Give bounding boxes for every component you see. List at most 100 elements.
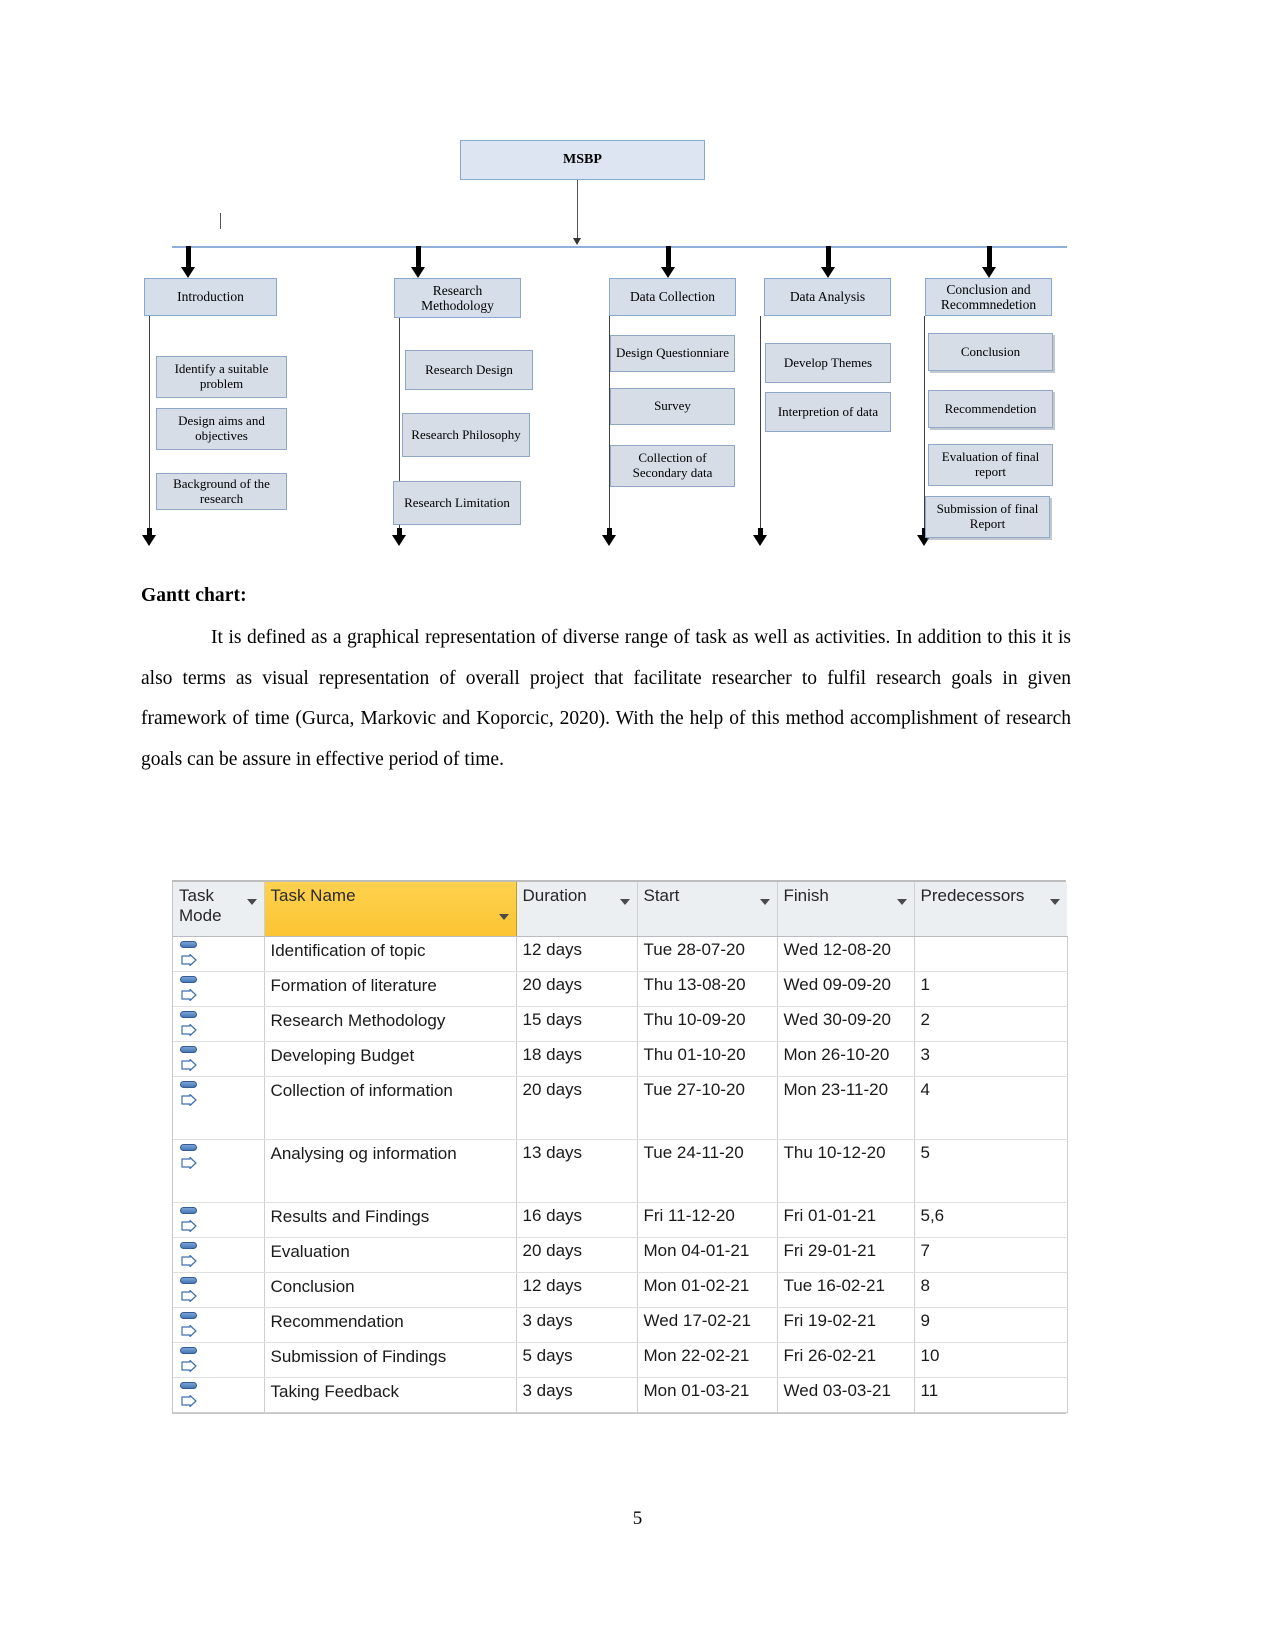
task-name-cell[interactable]: Identification of topic [264,936,517,972]
task-mode-cell[interactable] [173,1202,265,1238]
duration-cell[interactable]: 20 days [516,1237,638,1273]
task-name-cell[interactable]: Collection of information [264,1076,517,1140]
task-mode-cell[interactable] [173,1139,265,1203]
table-row[interactable]: Formation of literature 20 days Thu 13-08-… [173,971,1068,1007]
task-mode-cell[interactable] [173,1041,265,1077]
filter-dropdown-caret-icon[interactable] [896,899,907,905]
duration-cell[interactable]: 20 days [516,1076,638,1140]
table-row[interactable]: Conclusion 12 days Mon 01-02-21 Tue 16-02-2… [173,1272,1068,1308]
task-name-cell[interactable]: Taking Feedback [264,1377,517,1413]
duration-cell[interactable]: 20 days [516,971,638,1007]
filter-dropdown-caret-icon[interactable] [1050,899,1060,905]
task-mode-cell[interactable] [173,1342,265,1378]
column-header-finish[interactable]: Finish [777,882,915,937]
table-row[interactable]: Recommendation 3 days Wed 17-02-21 Fri 19-0… [173,1307,1068,1343]
task-mode-cell[interactable] [173,1272,265,1308]
table-row[interactable]: Collection of information 20 days Tue 27-1… [173,1076,1068,1140]
task-mode-cell[interactable] [173,1307,265,1343]
start-date-cell[interactable]: Mon 01-03-21 [637,1377,778,1413]
predecessors-cell[interactable] [914,936,1068,972]
task-name-cell[interactable]: Research Methodology [264,1006,517,1042]
task-mode-cell[interactable] [173,1377,265,1413]
table-row[interactable]: Identification of topic 12 days Tue 28-07-… [173,936,1068,972]
predecessors-cell[interactable]: 2 [914,1006,1068,1042]
start-date-cell[interactable]: Mon 22-02-21 [637,1342,778,1378]
finish-date-cell[interactable]: Fri 01-01-21 [777,1202,915,1238]
gantt-task-table[interactable]: Task Mode Task Name Duration Start Finis… [172,880,1068,1414]
task-name-cell[interactable]: Conclusion [264,1272,517,1308]
task-mode-cell[interactable] [173,971,265,1007]
finish-date-cell[interactable]: Fri 29-01-21 [777,1237,915,1273]
start-date-cell[interactable]: Thu 01-10-20 [637,1041,778,1077]
task-name-cell[interactable]: Results and Findings [264,1202,517,1238]
predecessors-cell[interactable]: 9 [914,1307,1068,1343]
task-mode-cell[interactable] [173,1237,265,1273]
table-row[interactable]: Research Methodology 15 days Thu 10-09-20 W… [173,1006,1068,1042]
predecessors-cell[interactable]: 11 [914,1377,1068,1413]
finish-date-cell[interactable]: Fri 19-02-21 [777,1307,915,1343]
duration-cell[interactable]: 16 days [516,1202,638,1238]
predecessors-cell[interactable]: 5,6 [914,1202,1068,1238]
filter-dropdown-caret-icon[interactable] [498,914,509,920]
column-header-task-name[interactable]: Task Name [263,882,517,937]
predecessors-cell[interactable]: 7 [914,1237,1068,1273]
filter-dropdown-caret-icon[interactable] [246,899,257,905]
start-date-cell[interactable]: Mon 01-02-21 [637,1272,778,1308]
finish-date-cell[interactable]: Tue 16-02-21 [777,1272,915,1308]
filter-dropdown-caret-icon[interactable] [619,899,630,905]
start-date-cell[interactable]: Mon 04-01-21 [637,1237,778,1273]
duration-cell[interactable]: 12 days [516,936,638,972]
branch-1-child-1-label: Identify a suitable problem [174,361,269,391]
start-date-cell[interactable]: Wed 17-02-21 [637,1307,778,1343]
task-name-cell[interactable]: Formation of literature [264,971,517,1007]
task-name-cell[interactable]: Analysing og information [264,1139,517,1203]
task-name-cell[interactable]: Submission of Findings [264,1342,517,1378]
predecessors-cell[interactable]: 8 [914,1272,1068,1308]
finish-date-cell[interactable]: Wed 30-09-20 [777,1006,915,1042]
finish-date-cell[interactable]: Mon 26-10-20 [777,1041,915,1077]
filter-dropdown-caret-icon[interactable] [759,899,770,905]
duration-cell[interactable]: 18 days [516,1041,638,1077]
column-header-predecessors[interactable]: Predecessors [914,882,1067,937]
table-row[interactable]: Submission of Findings 5 days Mon 22-02-21… [173,1342,1068,1378]
task-mode-cell[interactable] [173,1006,265,1042]
task-name-cell[interactable]: Recommendation [264,1307,517,1343]
predecessors-cell[interactable]: 3 [914,1041,1068,1077]
duration-cell[interactable]: 5 days [516,1342,638,1378]
finish-date-cell[interactable]: Thu 10-12-20 [777,1139,915,1203]
predecessors-cell[interactable]: 1 [914,971,1068,1007]
finish-date-cell[interactable]: Wed 03-03-21 [777,1377,915,1413]
column-header-start[interactable]: Start [637,882,778,937]
table-row[interactable]: Taking Feedback 3 days Mon 01-03-21 Wed 03-… [173,1377,1068,1413]
table-row[interactable]: Developing Budget 18 days Thu 01-10-20 Mon … [173,1041,1068,1077]
finish-date-cell[interactable]: Fri 26-02-21 [777,1342,915,1378]
root-connector-line [577,180,578,240]
finish-date-cell[interactable]: Mon 23-11-20 [777,1076,915,1140]
table-row[interactable]: Analysing og information 13 days Tue 24-11… [173,1139,1068,1203]
start-date-cell[interactable]: Thu 10-09-20 [637,1006,778,1042]
start-date-cell[interactable]: Tue 24-11-20 [637,1139,778,1203]
duration-cell[interactable]: 13 days [516,1139,638,1203]
predecessors-cell[interactable]: 5 [914,1139,1068,1203]
table-row[interactable]: Results and Findings 16 days Fri 11-12-20 F… [173,1202,1068,1238]
start-date-cell[interactable]: Fri 11-12-20 [637,1202,778,1238]
table-row[interactable]: Evaluation 20 days Mon 04-01-21 Fri 29-01-2… [173,1237,1068,1273]
duration-cell[interactable]: 3 days [516,1307,638,1343]
start-date-cell[interactable]: Tue 27-10-20 [637,1076,778,1140]
duration-cell[interactable]: 15 days [516,1006,638,1042]
start-date-cell[interactable]: Tue 28-07-20 [637,936,778,972]
task-mode-cell[interactable] [173,1076,265,1140]
task-mode-cell[interactable] [173,936,265,972]
duration-cell[interactable]: 12 days [516,1272,638,1308]
predecessors-cell[interactable]: 4 [914,1076,1068,1140]
branch-3-child-1: Design Questionniare [610,335,735,372]
task-name-cell[interactable]: Evaluation [264,1237,517,1273]
finish-date-cell[interactable]: Wed 09-09-20 [777,971,915,1007]
start-date-cell[interactable]: Thu 13-08-20 [637,971,778,1007]
finish-date-cell[interactable]: Wed 12-08-20 [777,936,915,972]
column-header-duration[interactable]: Duration [516,882,638,937]
predecessors-cell[interactable]: 10 [914,1342,1068,1378]
task-name-cell[interactable]: Developing Budget [264,1041,517,1077]
column-header-task-mode[interactable]: Task Mode [173,882,265,937]
duration-cell[interactable]: 3 days [516,1377,638,1413]
